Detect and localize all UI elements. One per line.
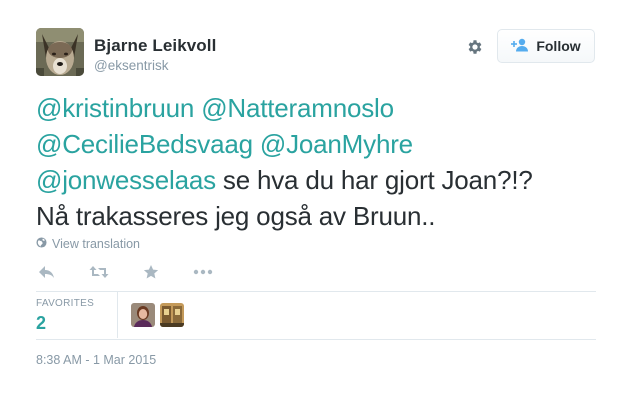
- favoriter-avatar[interactable]: [160, 303, 184, 327]
- tweet-text: @kristinbruun @Natteramnoslo @CecilieBed…: [36, 90, 596, 234]
- author-name[interactable]: Bjarne Leikvoll: [94, 36, 216, 56]
- divider: [36, 339, 596, 340]
- follow-button[interactable]: Follow: [497, 29, 595, 63]
- mention-link[interactable]: @jonwesselaas: [36, 165, 216, 195]
- globe-icon: [36, 237, 47, 251]
- author-avatar[interactable]: [36, 28, 84, 76]
- gear-icon[interactable]: [464, 36, 486, 58]
- add-user-icon: [511, 38, 529, 55]
- star-icon[interactable]: [140, 262, 162, 282]
- tweet-text-segment: se hva du har gjort Joan?!?: [215, 165, 533, 195]
- tweet-text-segment: Nå trakasseres jeg også av Bruun..: [36, 201, 436, 231]
- more-icon[interactable]: [192, 262, 214, 282]
- mention-link[interactable]: @JoanMyhre: [260, 129, 413, 159]
- mention-link[interactable]: @Natteramnoslo: [201, 93, 394, 123]
- favorites-label: FAVORITES: [36, 298, 95, 309]
- tweet-timestamp[interactable]: 8:38 AM - 1 Mar 2015: [36, 353, 156, 367]
- author-handle[interactable]: @eksentrisk: [94, 58, 168, 73]
- favorites-count[interactable]: 2: [36, 313, 46, 334]
- mention-link[interactable]: @kristinbruun: [36, 93, 194, 123]
- reply-icon[interactable]: [36, 262, 58, 282]
- follow-label: Follow: [536, 38, 581, 54]
- divider: [36, 291, 596, 292]
- view-translation-label: View translation: [52, 237, 141, 251]
- stats-separator: [117, 292, 118, 338]
- mention-link[interactable]: @CecilieBedsvaag: [36, 129, 253, 159]
- view-translation-link[interactable]: View translation: [36, 237, 140, 251]
- favoriter-avatar[interactable]: [131, 303, 155, 327]
- retweet-icon[interactable]: [88, 262, 110, 282]
